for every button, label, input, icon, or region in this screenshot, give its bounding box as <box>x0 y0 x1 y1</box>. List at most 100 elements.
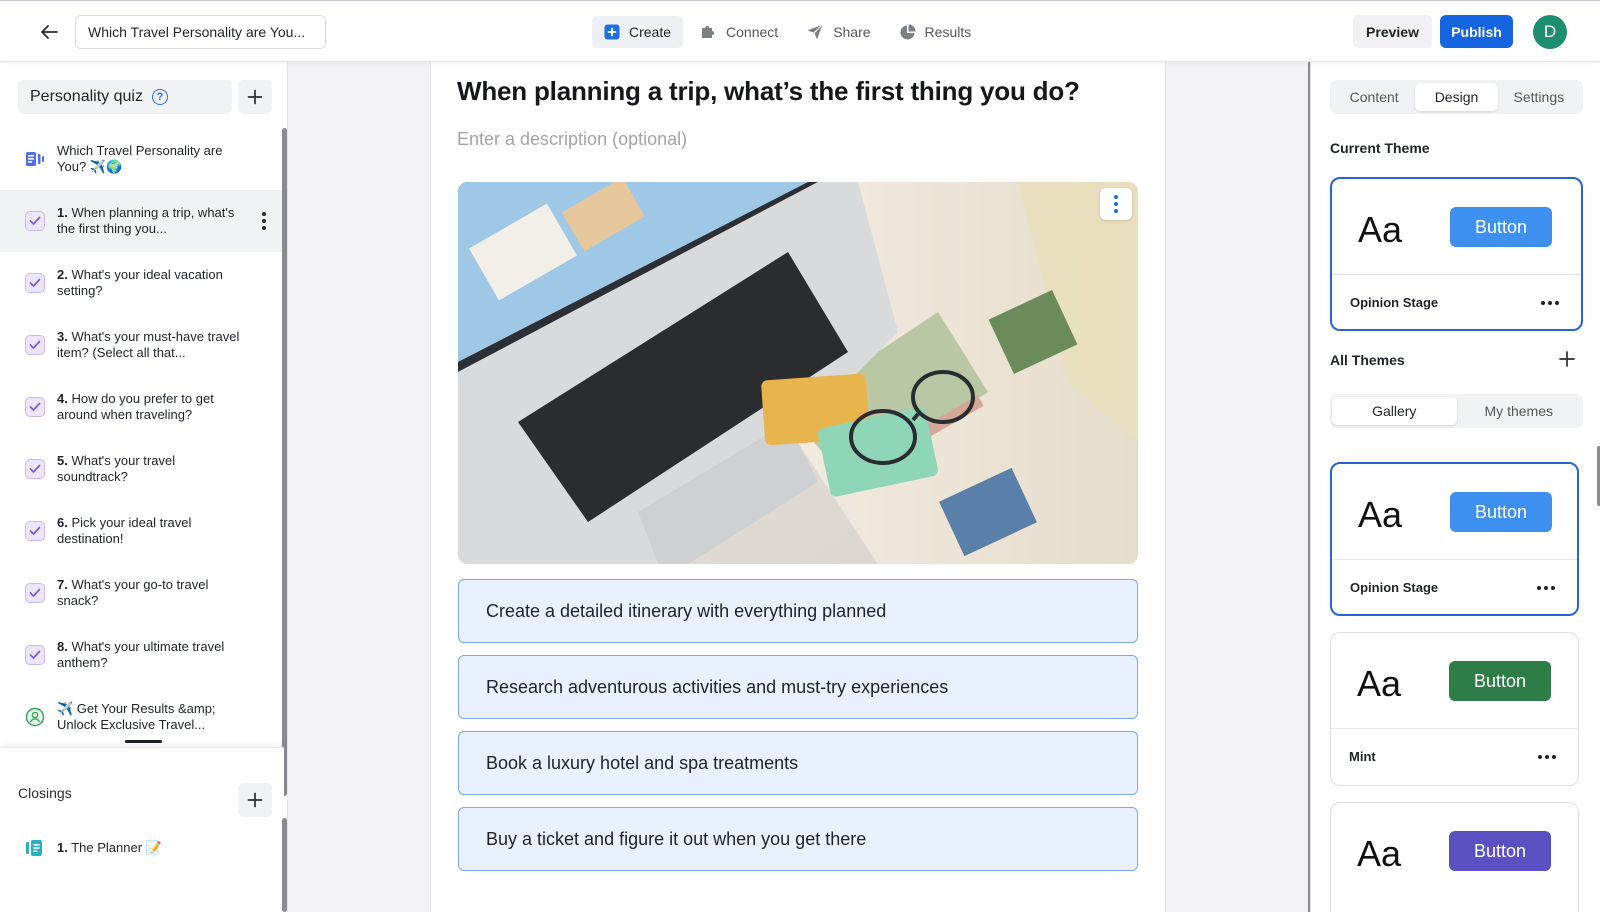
panel-tabs: Content Design Settings <box>1330 80 1583 114</box>
editor-canvas: When planning a trip, what’s the first t… <box>288 62 1310 912</box>
quiz-title-input[interactable] <box>75 15 326 49</box>
question-title[interactable]: When planning a trip, what’s the first t… <box>457 76 1080 107</box>
nav-connect-label: Connect <box>726 24 779 40</box>
description-input[interactable]: Enter a description (optional) <box>457 129 687 150</box>
closings-section: Closings 1. The Planner 📝 <box>0 747 284 912</box>
divider <box>1331 728 1578 729</box>
sidebar-scrollbar[interactable] <box>282 128 287 796</box>
answer-option[interactable]: Create a detailed itinerary with everyth… <box>458 579 1138 643</box>
tab-my-themes[interactable]: My themes <box>1457 397 1582 425</box>
question-text: 8. What's your ultimate travel anthem? <box>57 639 242 671</box>
closings-scrollbar[interactable] <box>282 818 287 912</box>
checkbox-question-icon <box>25 211 45 231</box>
divider <box>1332 559 1577 560</box>
closing-label: The Planner 📝 <box>71 840 162 855</box>
question-label: What's your travel soundtrack? <box>57 453 176 484</box>
add-question-button[interactable] <box>238 80 272 114</box>
checkbox-question-icon <box>25 583 45 603</box>
closing-number: 1. <box>57 840 68 855</box>
all-themes-label: All Themes <box>1330 352 1405 368</box>
theme-options-icon[interactable] <box>1538 755 1556 759</box>
checkbox-question-icon <box>25 273 45 293</box>
nav-share[interactable]: Share <box>794 16 882 48</box>
question-text: 2. What's your ideal vacation setting? <box>57 267 242 299</box>
closing-item[interactable]: 1. The Planner 📝 <box>25 838 162 858</box>
question-text: 3. What's your must-have travel item? (S… <box>57 329 242 361</box>
question-number: 1. <box>57 205 68 220</box>
list-item-question[interactable]: 1. When planning a trip, what's the firs… <box>0 190 284 252</box>
back-button[interactable] <box>36 20 62 44</box>
more-options-icon[interactable] <box>261 212 267 230</box>
send-icon <box>807 24 824 40</box>
plus-icon <box>247 792 263 808</box>
theme-button-sample: Button <box>1450 492 1552 532</box>
nav-share-label: Share <box>833 24 871 40</box>
list-item-form[interactable]: ✈️ Get Your Results &amp; Unlock Exclusi… <box>0 686 284 748</box>
tab-gallery[interactable]: Gallery <box>1332 397 1457 425</box>
list-item-question[interactable]: 4. How do you prefer to get around when … <box>0 376 284 438</box>
theme-card-opinion-stage[interactable]: Aa Button Opinion Stage <box>1330 462 1579 616</box>
question-text: 1. When planning a trip, what's the firs… <box>57 205 242 237</box>
add-closing-button[interactable] <box>238 783 272 817</box>
help-icon[interactable]: ? <box>151 89 168 105</box>
nav-results-label: Results <box>924 24 972 40</box>
quiz-type-label: Personality quiz <box>30 88 143 105</box>
checkbox-question-icon <box>25 459 45 479</box>
theme-card-purple[interactable]: Aa Button <box>1330 802 1579 912</box>
question-label: How do you prefer to get around when tra… <box>57 391 214 422</box>
current-theme-label: Current Theme <box>1330 140 1430 156</box>
result-slide-icon <box>26 840 42 856</box>
quiz-type-selector[interactable]: Personality quiz ? <box>18 80 232 114</box>
theme-options-icon[interactable] <box>1537 586 1555 590</box>
theme-name: Mint <box>1349 749 1376 764</box>
question-image[interactable] <box>458 182 1138 564</box>
list-item-intro[interactable]: Which Travel Personality are You? ✈️🌍 <box>0 128 284 190</box>
tab-settings[interactable]: Settings <box>1498 83 1580 111</box>
plus-square-icon <box>604 24 620 40</box>
question-number: 8. <box>57 639 68 654</box>
checkbox-question-icon <box>25 521 45 541</box>
question-label: What's your go-to travel snack? <box>57 577 209 608</box>
image-options-button[interactable] <box>1100 188 1132 220</box>
nav-create[interactable]: Create <box>592 16 684 48</box>
avatar[interactable]: D <box>1533 15 1567 49</box>
current-theme-card[interactable]: Aa Button Opinion Stage <box>1330 177 1583 331</box>
list-item-question[interactable]: 6. Pick your ideal travel destination! <box>0 500 284 562</box>
preview-button[interactable]: Preview <box>1353 15 1432 48</box>
theme-button-sample: Button <box>1450 207 1552 247</box>
question-number: 3. <box>57 329 68 344</box>
answer-option[interactable]: Research adventurous activities and must… <box>458 655 1138 719</box>
list-item-question[interactable]: 2. What's your ideal vacation setting? <box>0 252 284 314</box>
question-number: 6. <box>57 515 68 530</box>
resize-handle[interactable] <box>125 740 162 743</box>
list-item-question[interactable]: 8. What's your ultimate travel anthem? <box>0 624 284 686</box>
question-label: When planning a trip, what's the first t… <box>57 205 235 236</box>
question-number: 4. <box>57 391 68 406</box>
answer-option[interactable]: Book a luxury hotel and spa treatments <box>458 731 1138 795</box>
publish-button[interactable]: Publish <box>1440 15 1513 48</box>
question-sidebar: Personality quiz ? Which Travel Personal… <box>0 62 288 912</box>
tab-design[interactable]: Design <box>1415 83 1498 111</box>
theme-font-sample: Aa <box>1357 833 1402 874</box>
question-text: 4. How do you prefer to get around when … <box>57 391 242 423</box>
tab-content[interactable]: Content <box>1333 83 1415 111</box>
nav-connect[interactable]: Connect <box>687 16 790 48</box>
list-item-question[interactable]: 3. What's your must-have travel item? (S… <box>0 314 284 376</box>
closing-text: 1. The Planner 📝 <box>57 840 162 856</box>
theme-button-sample: Button <box>1449 831 1551 871</box>
theme-card-mint[interactable]: Aa Button Mint <box>1330 632 1579 786</box>
nav-results[interactable]: Results <box>887 16 984 48</box>
add-theme-icon[interactable] <box>1559 351 1575 367</box>
question-text: 6. Pick your ideal travel destination! <box>57 515 242 547</box>
question-card: When planning a trip, what’s the first t… <box>430 62 1166 912</box>
theme-options-icon[interactable] <box>1541 301 1559 305</box>
question-label: What's your ideal vacation setting? <box>57 267 223 298</box>
design-panel: Content Design Settings Current Theme Aa… <box>1310 62 1600 912</box>
list-item-question[interactable]: 7. What's your go-to travel snack? <box>0 562 284 624</box>
checkbox-question-icon <box>25 397 45 417</box>
question-text: 5. What's your travel soundtrack? <box>57 453 242 485</box>
list-item-question[interactable]: 5. What's your travel soundtrack? <box>0 438 284 500</box>
form-text: ✈️ Get Your Results &amp; Unlock Exclusi… <box>57 701 216 732</box>
theme-button-sample: Button <box>1449 661 1551 701</box>
answer-option[interactable]: Buy a ticket and figure it out when you … <box>458 807 1138 871</box>
